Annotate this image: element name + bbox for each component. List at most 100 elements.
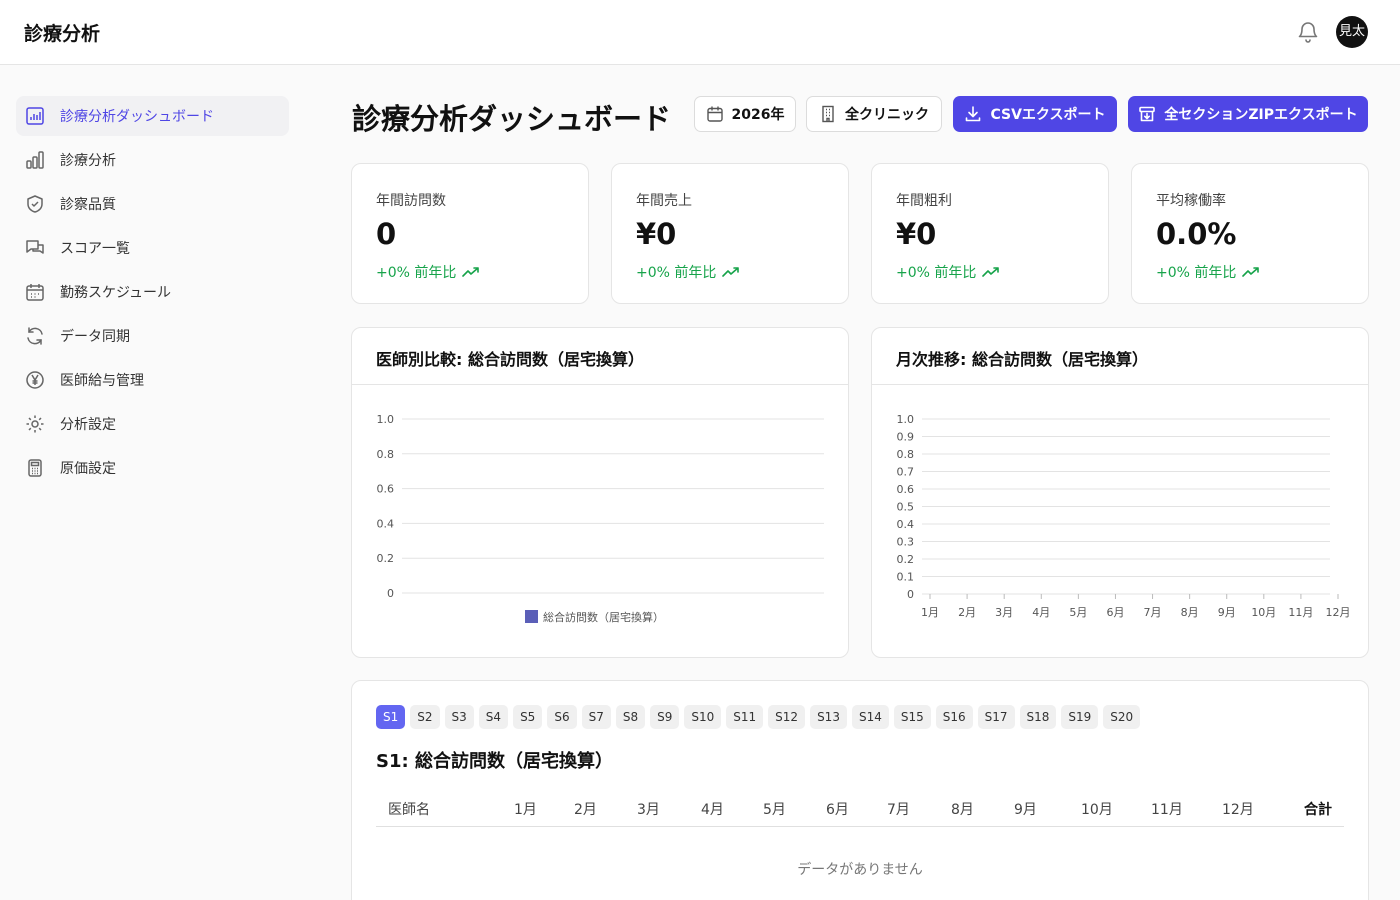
zip-export-button[interactable]: 全セクションZIPエクスポート [1128, 96, 1368, 132]
x-tick-label: 4月 [1032, 606, 1050, 619]
sidebar-item-schedule[interactable]: 勤務スケジュール [16, 272, 289, 312]
y-tick-label: 0 [907, 588, 914, 601]
sidebar-item-label: データ同期 [60, 329, 130, 345]
sidebar-item-scores[interactable]: スコア一覧 [16, 228, 289, 268]
stat-label: 年間訪問数 [376, 193, 446, 209]
sidebar-item-sync[interactable]: データ同期 [16, 316, 289, 356]
sidebar-item-label: 勤務スケジュール [60, 285, 172, 301]
chart-header: 医師別比較: 総合訪問数（居宅換算） [352, 328, 848, 385]
clinic-selector-button[interactable]: 全クリニック [806, 96, 942, 132]
sidebar-item-settings[interactable]: 分析設定 [16, 404, 289, 444]
y-tick-label: 1.0 [897, 413, 915, 426]
column-header[interactable]: 合計 [1304, 799, 1332, 819]
chart-title: 月次推移: 総合訪問数（居宅換算） [896, 350, 1148, 369]
x-tick-label: 5月 [1069, 606, 1087, 619]
trending-up-icon [722, 267, 740, 277]
sidebar-item-label: 分析設定 [60, 417, 116, 433]
monthly-trend-chart-card: 月次推移: 総合訪問数（居宅換算） 1.0 0.9 0.8 0.7 0.6 0.5 0.4 0… [871, 327, 1369, 658]
sidebar-item-quality[interactable]: 診察品質 [16, 184, 289, 224]
stat-card-utilization: 平均稼働率 0.0% +0% 前年比 [1131, 163, 1369, 304]
section-chip-s9[interactable]: S9 [650, 705, 680, 729]
column-header[interactable]: 5月 [763, 799, 786, 819]
chart-title: 医師別比較: 総合訪問数（居宅換算） [376, 350, 644, 369]
y-tick-label: 0.4 [377, 517, 395, 530]
year-label: 2026年 [731, 107, 785, 123]
section-chip-s12[interactable]: S12 [768, 705, 806, 729]
column-header[interactable]: 4月 [701, 799, 724, 819]
column-header[interactable]: 11月 [1151, 799, 1183, 819]
y-tick-label: 0.1 [897, 571, 915, 584]
column-header[interactable]: 7月 [887, 799, 910, 819]
section-chip-s15[interactable]: S15 [893, 705, 931, 729]
x-tick-label: 6月 [1106, 606, 1124, 619]
calendar-icon [24, 281, 46, 303]
section-chip-s7[interactable]: S7 [581, 705, 611, 729]
section-chips: S1 S2 S3 S4 S5 S6 S7 S8 S9 S10 S11 S12 S13 S14 S15 S16 S… [376, 705, 1141, 729]
section-chip-s17[interactable]: S17 [977, 705, 1015, 729]
column-header[interactable]: 1月 [514, 799, 537, 819]
trending-up-icon [1242, 267, 1260, 277]
sidebar-item-label: 診察品質 [60, 197, 116, 213]
y-tick-label: 0.8 [897, 448, 915, 461]
calendar-icon [706, 105, 724, 123]
archive-icon [1138, 105, 1156, 123]
x-tick-label: 10月 [1251, 606, 1276, 619]
refresh-icon [24, 325, 46, 347]
section-table-card: S1 S2 S3 S4 S5 S6 S7 S8 S9 S10 S11 S12 S13 S14 S15 S16 S… [351, 680, 1369, 900]
building-icon [819, 105, 837, 123]
section-chip-s13[interactable]: S13 [810, 705, 847, 729]
section-chip-s20[interactable]: S20 [1103, 705, 1141, 729]
avatar[interactable]: 見太 [1336, 16, 1368, 48]
x-tick-label: 12月 [1326, 606, 1351, 619]
section-chip-s11[interactable]: S11 [726, 705, 764, 729]
legend-swatch [525, 610, 538, 623]
x-tick-label: 2月 [958, 606, 976, 619]
top-bar: 診療分析 見太 [0, 0, 1400, 65]
stat-change: +0% 前年比 [896, 262, 1000, 282]
sidebar-item-dashboard[interactable]: 診療分析ダッシュボード [16, 96, 289, 136]
section-chip-s8[interactable]: S8 [615, 705, 646, 729]
section-chip-s14[interactable]: S14 [851, 705, 889, 729]
sidebar-item-analysis[interactable]: 診療分析 [16, 140, 289, 180]
sidebar-item-label: 医師給与管理 [60, 373, 144, 389]
column-header[interactable]: 12月 [1222, 799, 1254, 819]
section-chip-s2[interactable]: S2 [410, 705, 440, 729]
doctor-comparison-chart-card: 医師別比較: 総合訪問数（居宅換算） 1.0 0.8 0.6 0.4 0.2 0 総合訪問数… [351, 327, 849, 658]
column-header[interactable]: 9月 [1014, 799, 1037, 819]
year-selector-button[interactable]: 2026年 [694, 96, 796, 132]
y-tick-label: 0.6 [897, 483, 915, 496]
bell-icon[interactable] [1296, 20, 1320, 44]
csv-export-button[interactable]: CSVエクスポート [953, 96, 1117, 132]
sidebar: 診療分析ダッシュボード 診療分析 診察品質 スコア一覧 勤務スケジュール データ… [0, 65, 305, 900]
section-chip-s3[interactable]: S3 [444, 705, 474, 729]
section-chip-s1[interactable]: S1 [376, 705, 406, 729]
y-tick-label: 0.5 [897, 501, 915, 514]
column-header[interactable]: 8月 [951, 799, 974, 819]
stat-value: ¥0 [896, 217, 937, 251]
sidebar-item-label: スコア一覧 [60, 241, 130, 257]
sidebar-item-label: 診療分析 [60, 153, 116, 169]
section-chip-s4[interactable]: S4 [478, 705, 509, 729]
section-chip-s16[interactable]: S16 [935, 705, 973, 729]
column-header-doctor[interactable]: 医師名 [388, 799, 430, 819]
empty-message: データがありません [797, 862, 923, 878]
column-header[interactable]: 3月 [637, 799, 660, 819]
section-chip-s10[interactable]: S10 [684, 705, 722, 729]
column-header[interactable]: 10月 [1081, 799, 1113, 819]
column-header[interactable]: 2月 [574, 799, 597, 819]
stat-label: 年間売上 [636, 193, 692, 209]
chart-header: 月次推移: 総合訪問数（居宅換算） [872, 328, 1368, 385]
column-header[interactable]: 6月 [826, 799, 849, 819]
section-chip-s5[interactable]: S5 [513, 705, 543, 729]
section-chip-s6[interactable]: S6 [547, 705, 577, 729]
section-chip-s18[interactable]: S18 [1019, 705, 1057, 729]
section-chip-s19[interactable]: S19 [1061, 705, 1099, 729]
sidebar-item-label: 原価設定 [60, 461, 116, 477]
download-icon [964, 105, 982, 123]
doctor-comparison-chart: 1.0 0.8 0.6 0.4 0.2 0 総合訪問数（居宅換算） [377, 413, 824, 624]
section-title: S1: 総合訪問数（居宅換算） [376, 751, 613, 772]
sidebar-item-cost[interactable]: 原価設定 [16, 448, 289, 488]
stat-value: 0.0% [1156, 217, 1237, 251]
y-tick-label: 0.4 [897, 518, 915, 531]
sidebar-item-salary[interactable]: 医師給与管理 [16, 360, 289, 400]
